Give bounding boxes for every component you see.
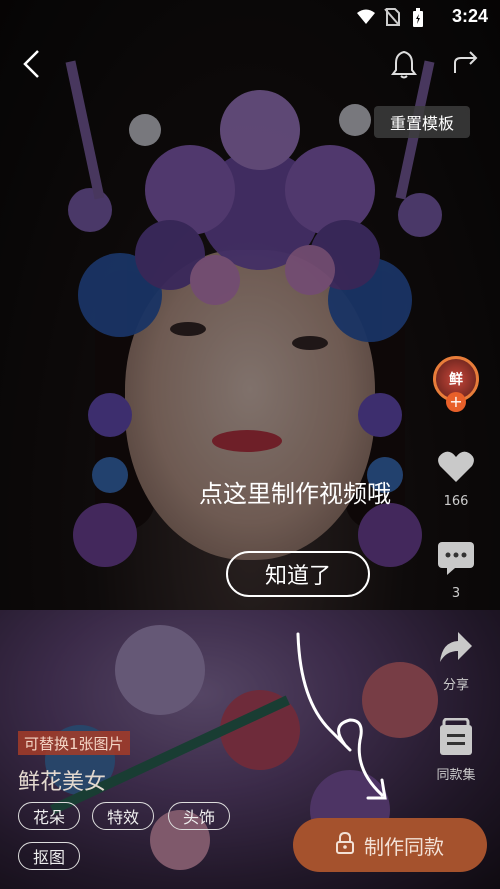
guide-hint-text: 点这里制作视频哦 xyxy=(199,480,391,508)
battery-icon xyxy=(412,8,430,27)
status-icons xyxy=(356,8,430,27)
share-arrow-icon xyxy=(438,630,474,668)
wifi-icon xyxy=(356,8,375,26)
share-icon xyxy=(452,51,480,81)
notification-button[interactable] xyxy=(384,46,424,86)
tag-item[interactable]: 抠图 xyxy=(18,842,80,870)
hint-arrow xyxy=(296,632,387,800)
no-sim-icon xyxy=(384,8,402,26)
share-label: 分享 xyxy=(442,678,469,693)
tag-item[interactable]: 特效 xyxy=(92,802,154,830)
back-button[interactable] xyxy=(12,46,52,86)
reset-template-button[interactable]: 重置模板 xyxy=(374,106,470,138)
share-button[interactable]: 分享 xyxy=(428,630,484,693)
status-bar: 3:24 xyxy=(0,0,500,34)
author-avatar-group[interactable]: 鲜 + xyxy=(428,356,484,412)
status-time: 3:24 xyxy=(451,6,488,26)
lock-icon xyxy=(336,831,354,859)
follow-button[interactable]: + xyxy=(446,392,466,412)
bell-icon xyxy=(391,49,417,83)
tag-item[interactable]: 头饰 xyxy=(168,802,230,830)
template-preview-screen: 3:24 重置模板 鲜 + 166 3 分享 同款集 点这里制作视频哦 知道了 … xyxy=(0,0,500,889)
make-same-label: 制作同款 xyxy=(364,834,444,859)
comment-icon xyxy=(437,540,475,580)
template-title: 鲜花美女 xyxy=(18,770,107,795)
tag-item[interactable]: 花朵 xyxy=(18,802,80,830)
same-collection-label: 同款集 xyxy=(436,768,476,783)
share-top-button[interactable] xyxy=(446,46,486,86)
replace-photo-badge: 可替换1张图片 xyxy=(18,731,130,755)
same-collection-button[interactable]: 同款集 xyxy=(428,717,484,783)
got-it-button[interactable]: 知道了 xyxy=(226,551,370,597)
comment-count: 3 xyxy=(451,586,461,601)
collection-icon xyxy=(439,717,473,760)
make-same-button[interactable]: 制作同款 xyxy=(293,818,487,872)
chevron-left-icon xyxy=(20,48,44,84)
comment-button[interactable]: 3 xyxy=(428,540,484,601)
